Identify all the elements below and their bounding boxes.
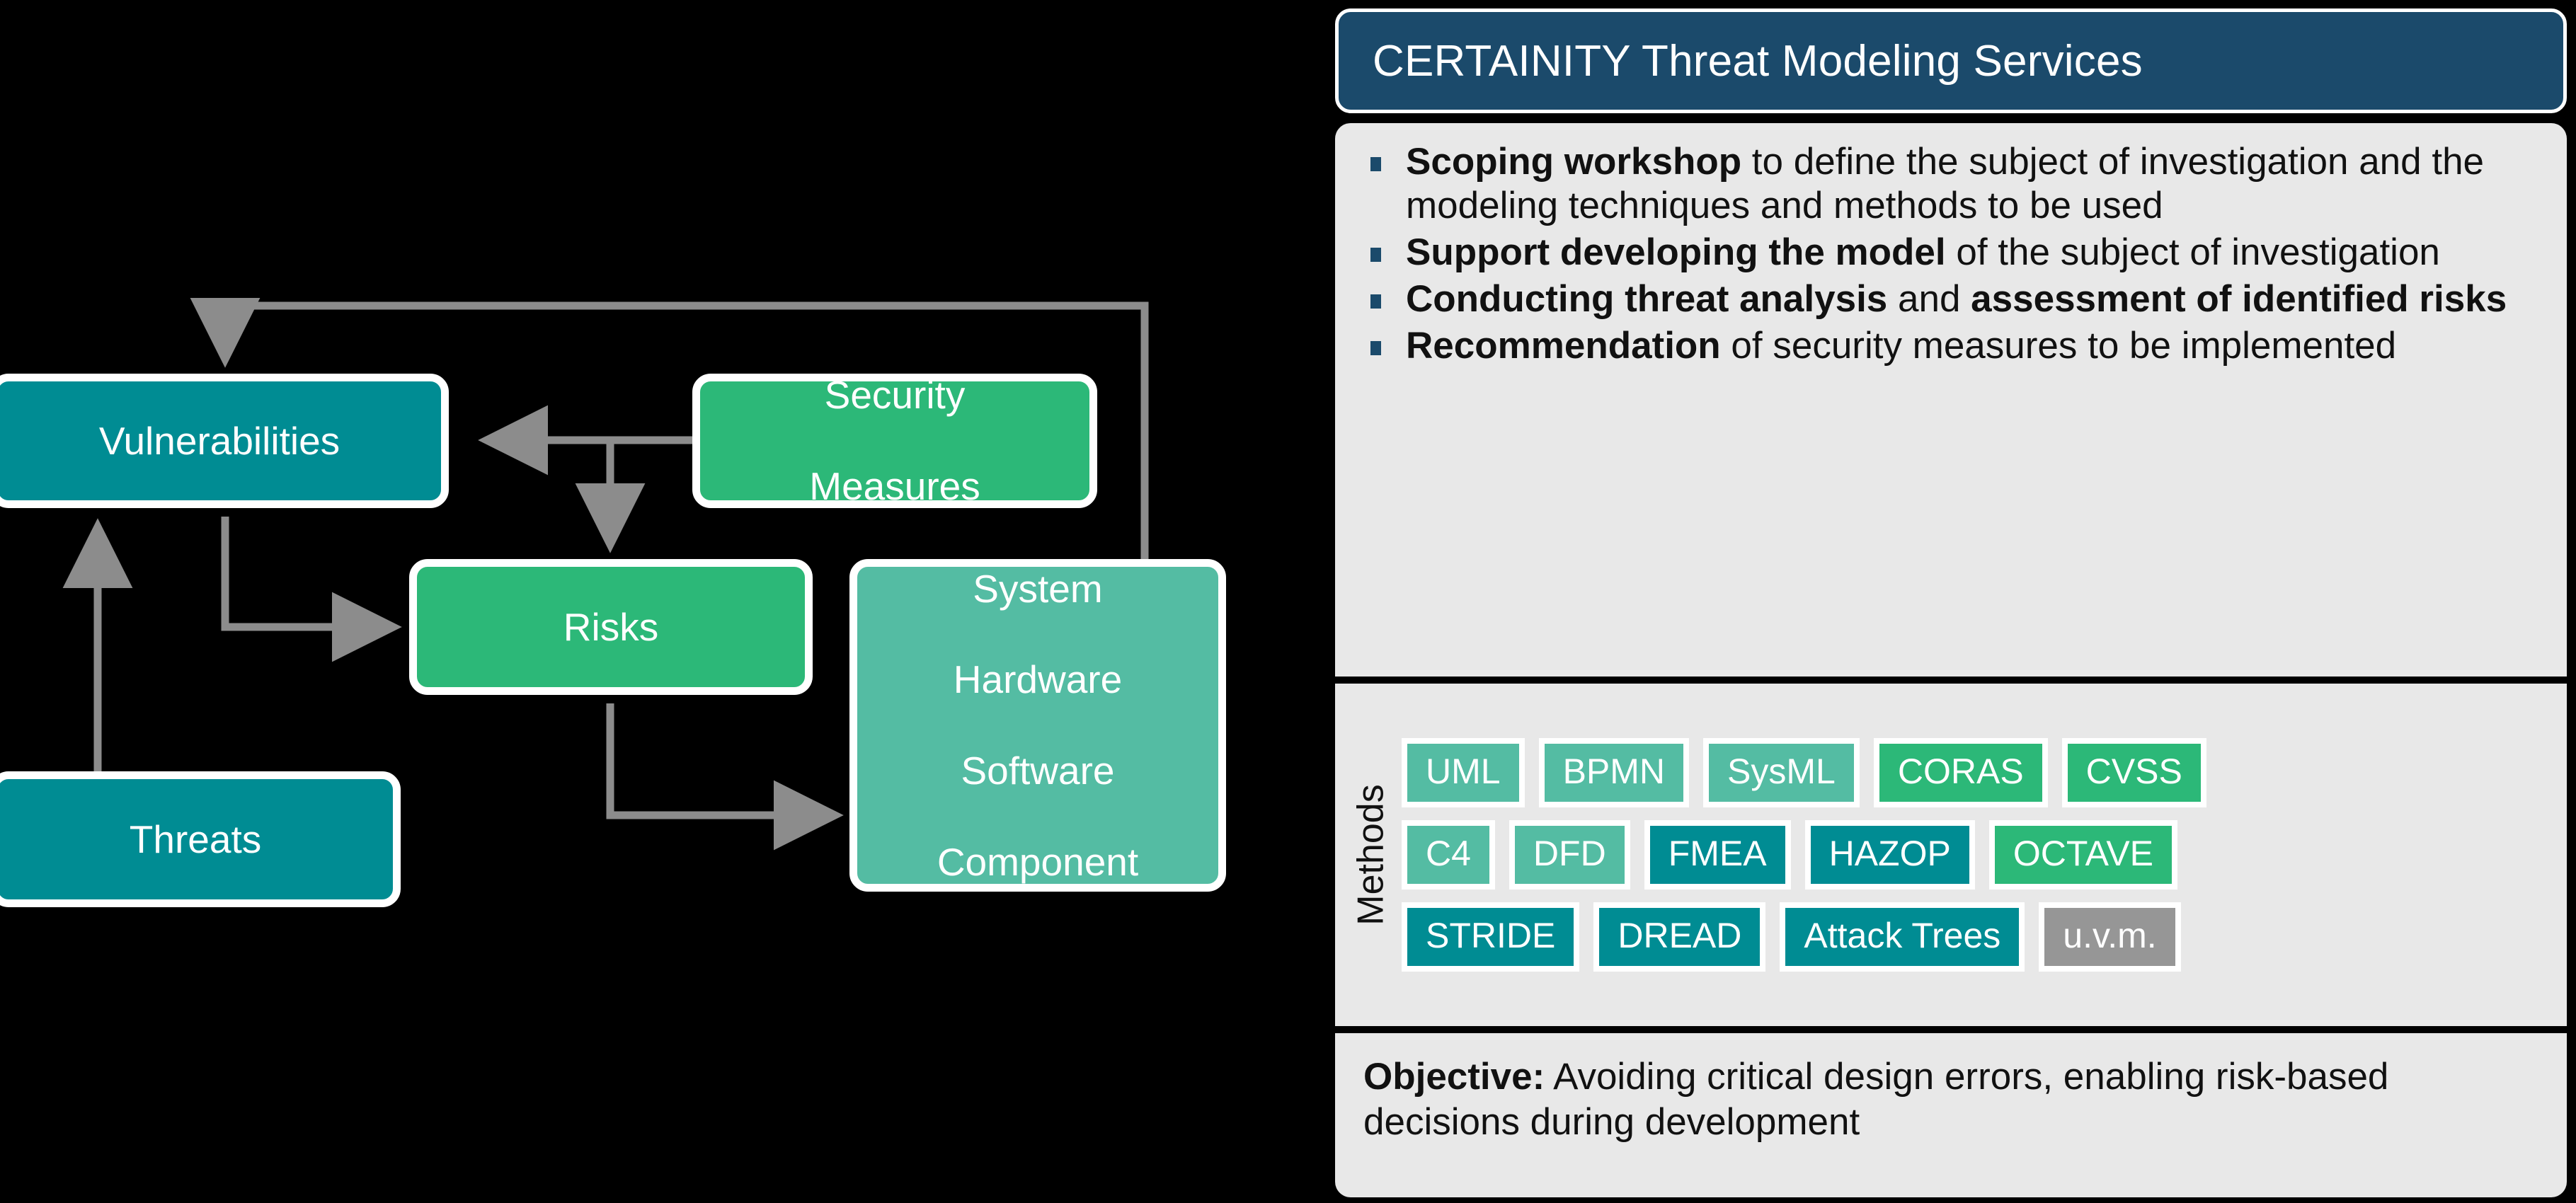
method-chip-bpmn[interactable]: BPMN xyxy=(1538,738,1690,807)
node-system-line3: Software xyxy=(961,749,1115,793)
methods-row-1: UML BPMN SysML CORAS CVSS xyxy=(1402,738,2555,807)
node-vulnerabilities-label: Vulnerabilities xyxy=(98,418,340,463)
arrow-vulnerabilities-to-risks xyxy=(221,517,402,662)
bullet-3-rest: and xyxy=(1887,278,1971,320)
method-chip-c4[interactable]: C4 xyxy=(1402,820,1495,890)
node-system-line1: System xyxy=(973,566,1103,611)
method-chip-sysml[interactable]: SysML xyxy=(1703,738,1860,807)
method-chip-uml[interactable]: UML xyxy=(1402,738,1525,807)
bullet-4-rest: of security measures to be implemented xyxy=(1720,325,2397,367)
method-chip-uvm[interactable]: u.v.m. xyxy=(2039,902,2181,972)
node-risks-label: Risks xyxy=(563,604,659,649)
list-item: Scoping workshop to define the subject o… xyxy=(1362,140,2538,228)
node-security-measures-line1: Security xyxy=(824,373,966,418)
threat-model-diagram: Vulnerabilities Security Measures Risks … xyxy=(0,0,1295,1203)
bullet-2-rest: of the subject of investigation xyxy=(1945,231,2440,273)
methods-row-2: C4 DFD FMEA HAZOP OCTAVE xyxy=(1402,820,2555,890)
services-panel: CERTAINITY Threat Modeling Services Scop… xyxy=(1331,4,2571,1200)
panel-header: CERTAINITY Threat Modeling Services xyxy=(1335,8,2567,113)
method-chip-dread[interactable]: DREAD xyxy=(1593,902,1766,972)
bullet-2-bold: Support developing the model xyxy=(1406,231,1946,273)
node-security-measures-label: Security Measures xyxy=(784,372,1005,509)
method-chip-attack-trees[interactable]: Attack Trees xyxy=(1780,902,2025,972)
node-system-hardware-software-component[interactable]: System Hardware Software Component xyxy=(849,559,1226,892)
method-chip-coras[interactable]: CORAS xyxy=(1873,738,2048,807)
bullet-3-bold: Conducting threat analysis xyxy=(1406,278,1888,320)
services-list: Scoping workshop to define the subject o… xyxy=(1362,140,2538,368)
panel-bullets-section: Scoping workshop to define the subject o… xyxy=(1335,123,2567,677)
method-chip-cvss[interactable]: CVSS xyxy=(2061,738,2206,807)
node-threats[interactable]: Threats xyxy=(0,771,401,907)
method-chip-octave[interactable]: OCTAVE xyxy=(1988,820,2178,890)
panel-objective-section: Objective: Avoiding critical design erro… xyxy=(1335,1033,2567,1197)
list-item: Conducting threat analysis and assessmen… xyxy=(1362,277,2538,321)
slide-root: Vulnerabilities Security Measures Risks … xyxy=(0,0,2576,1203)
node-security-measures[interactable]: Security Measures xyxy=(692,372,1097,509)
methods-label: Methods xyxy=(1341,691,1402,1019)
list-item: Support developing the model of the subj… xyxy=(1362,231,2538,275)
bullet-4-bold: Recommendation xyxy=(1406,325,1721,367)
method-chip-fmea[interactable]: FMEA xyxy=(1644,820,1791,890)
list-item: Recommendation of security measures to b… xyxy=(1362,324,2538,368)
method-chip-dfd[interactable]: DFD xyxy=(1509,820,1630,890)
objective-label: Objective: xyxy=(1363,1056,1545,1098)
node-system-line2: Hardware xyxy=(953,657,1123,702)
node-threats-label: Threats xyxy=(129,817,262,861)
method-chip-hazop[interactable]: HAZOP xyxy=(1804,820,1975,890)
page-title: CERTAINITY Threat Modeling Services xyxy=(1373,36,2143,86)
node-system-line4: Component xyxy=(937,839,1139,884)
objective-text: Objective: Avoiding critical design erro… xyxy=(1363,1054,2538,1144)
methods-label-text: Methods xyxy=(1351,784,1392,926)
panel-methods-section: Methods UML BPMN SysML CORAS CVSS C4 DFD… xyxy=(1335,684,2567,1026)
node-security-measures-line2: Measures xyxy=(809,464,980,509)
methods-row-3: STRIDE DREAD Attack Trees u.v.m. xyxy=(1402,902,2555,972)
bullet-3-bold2: assessment of identified risks xyxy=(1971,278,2507,320)
node-risks[interactable]: Risks xyxy=(409,559,813,695)
node-vulnerabilities[interactable]: Vulnerabilities xyxy=(0,374,449,508)
arrow-risks-to-system xyxy=(606,703,844,851)
method-chip-stride[interactable]: STRIDE xyxy=(1402,902,1580,972)
node-system-label: System Hardware Software Component xyxy=(912,566,1164,885)
bullet-1-bold: Scoping workshop xyxy=(1406,141,1742,183)
methods-chip-grid: UML BPMN SysML CORAS CVSS C4 DFD FMEA HA… xyxy=(1402,738,2555,972)
